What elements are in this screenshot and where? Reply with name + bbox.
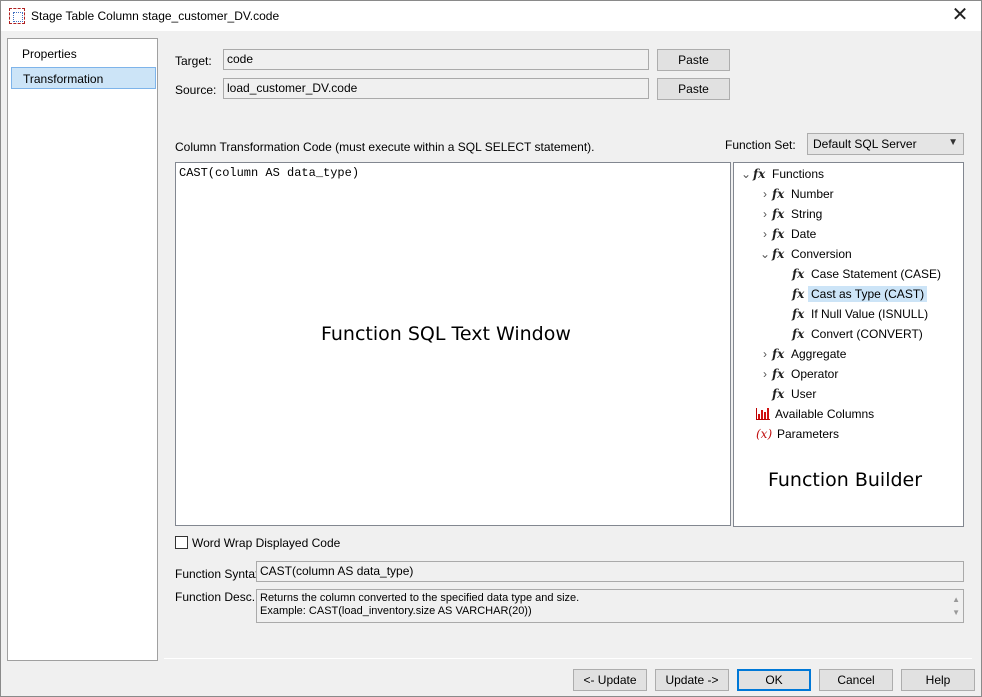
- function-icon: fx: [772, 187, 785, 201]
- chevron-right-icon[interactable]: ›: [758, 344, 772, 364]
- bar-chart-icon: [756, 408, 770, 420]
- function-icon: fx: [772, 387, 785, 401]
- tree-item-operator[interactable]: › fx Operator: [758, 364, 841, 384]
- tree-item-functions[interactable]: ⌄ fx Functions: [739, 164, 827, 184]
- function-syntax-label: Function Syntax:: [175, 567, 265, 581]
- function-icon: fx: [772, 347, 785, 361]
- function-set-select[interactable]: Default SQL Server ▼: [807, 133, 964, 155]
- tree-item-case-statement[interactable]: fx Case Statement (CASE): [792, 264, 944, 284]
- chevron-right-icon[interactable]: ›: [758, 224, 772, 244]
- chevron-right-icon[interactable]: ›: [758, 184, 772, 204]
- tree-item-if-null[interactable]: fx If Null Value (ISNULL): [792, 304, 931, 324]
- scroll-down-icon[interactable]: ▼: [952, 606, 960, 619]
- chevron-down-icon: ▼: [948, 137, 958, 148]
- function-icon: fx: [792, 287, 805, 301]
- tree-item-parameters[interactable]: (x) Parameters: [756, 424, 842, 444]
- tree-item-string[interactable]: › fx String: [758, 204, 825, 224]
- chevron-down-icon[interactable]: ⌄: [739, 164, 753, 184]
- tree-item-cast-as-type[interactable]: fx Cast as Type (CAST): [792, 284, 928, 304]
- update-back-button[interactable]: <- Update: [573, 669, 647, 691]
- function-builder-annotation: Function Builder: [768, 469, 923, 491]
- tree-item-number[interactable]: › fx Number: [758, 184, 837, 204]
- function-icon: fx: [772, 367, 785, 381]
- function-icon: fx: [772, 247, 785, 261]
- footer-divider: [164, 658, 972, 659]
- tree-item-date[interactable]: › fx Date: [758, 224, 819, 244]
- source-label: Source:: [175, 83, 217, 97]
- variable-icon: (x): [756, 427, 773, 441]
- function-icon: fx: [772, 227, 785, 241]
- app-icon: [9, 8, 25, 24]
- dialog-window: Stage Table Column stage_customer_DV.cod…: [0, 0, 982, 697]
- function-desc-field[interactable]: Returns the column converted to the spec…: [256, 589, 964, 623]
- source-paste-button[interactable]: Paste: [657, 78, 730, 100]
- function-tree[interactable]: ⌄ fx Functions › fx Number › fx String › fx Date…: [733, 162, 964, 527]
- title-bar: Stage Table Column stage_customer_DV.cod…: [1, 1, 981, 31]
- function-set-value: Default SQL Server: [813, 137, 917, 151]
- target-label: Target:: [175, 54, 212, 68]
- function-icon: fx: [772, 207, 785, 221]
- code-header-label: Column Transformation Code (must execute…: [175, 140, 595, 154]
- window-title: Stage Table Column stage_customer_DV.cod…: [31, 9, 280, 23]
- tree-item-aggregate[interactable]: › fx Aggregate: [758, 344, 849, 364]
- target-paste-button[interactable]: Paste: [657, 49, 730, 71]
- function-desc-line-1: Returns the column converted to the spec…: [260, 592, 580, 604]
- function-syntax-field[interactable]: CAST(column AS data_type): [256, 561, 964, 582]
- side-nav: Properties Transformation: [7, 38, 158, 661]
- help-button[interactable]: Help: [901, 669, 975, 691]
- nav-item-transformation[interactable]: Transformation: [11, 67, 156, 89]
- ok-button[interactable]: OK: [737, 669, 811, 691]
- function-icon: fx: [792, 267, 805, 281]
- sql-window-annotation: Function SQL Text Window: [321, 323, 571, 345]
- function-desc-label: Function Desc.:: [175, 590, 259, 604]
- word-wrap-label: Word Wrap Displayed Code: [192, 536, 341, 550]
- function-icon: fx: [792, 307, 805, 321]
- tree-item-user[interactable]: fx User: [772, 384, 819, 404]
- close-icon[interactable]: ✕: [945, 3, 975, 29]
- tree-item-conversion[interactable]: ⌄ fx Conversion: [758, 244, 855, 264]
- update-forward-button[interactable]: Update ->: [655, 669, 729, 691]
- chevron-right-icon[interactable]: ›: [758, 204, 772, 224]
- chevron-down-icon[interactable]: ⌄: [758, 244, 772, 264]
- target-field[interactable]: code: [223, 49, 649, 70]
- chevron-right-icon[interactable]: ›: [758, 364, 772, 384]
- function-icon: fx: [792, 327, 805, 341]
- scroll-up-icon[interactable]: ▲: [952, 593, 960, 606]
- tree-item-convert[interactable]: fx Convert (CONVERT): [792, 324, 926, 344]
- sql-code-editor[interactable]: CAST(column AS data_type) Function SQL T…: [175, 162, 731, 526]
- word-wrap-checkbox[interactable]: [175, 536, 188, 549]
- nav-item-properties[interactable]: Properties: [11, 43, 156, 65]
- tree-item-available-columns[interactable]: Available Columns: [756, 404, 877, 424]
- function-icon: fx: [753, 167, 766, 181]
- function-set-label: Function Set:: [725, 138, 796, 152]
- cancel-button[interactable]: Cancel: [819, 669, 893, 691]
- function-desc-line-2: Example: CAST(load_inventory.size AS VAR…: [260, 605, 532, 617]
- source-field[interactable]: load_customer_DV.code: [223, 78, 649, 99]
- sql-code-text: CAST(column AS data_type): [179, 166, 360, 180]
